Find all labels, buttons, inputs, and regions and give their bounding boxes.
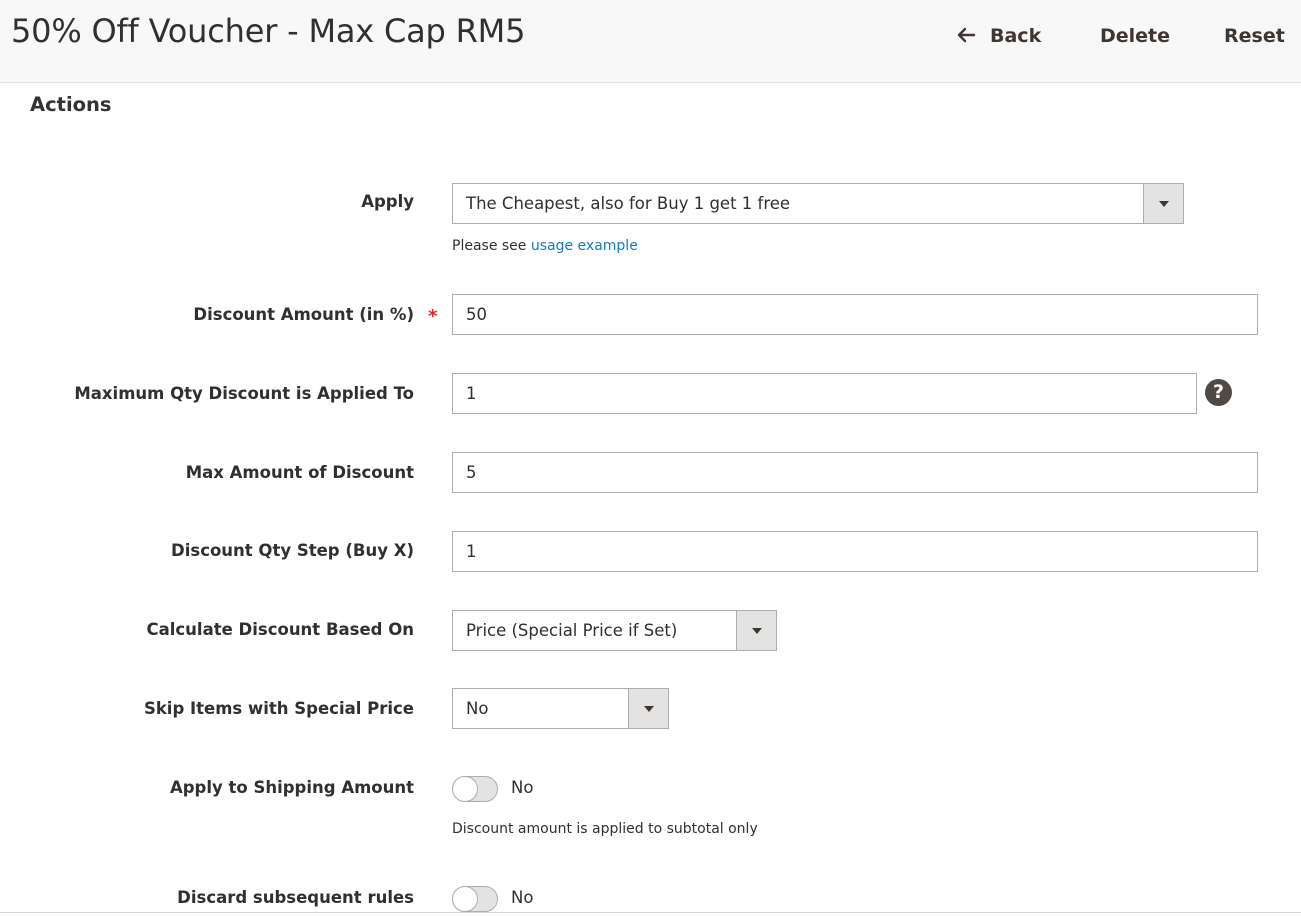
- qty-step-input[interactable]: 1: [452, 531, 1258, 572]
- calc-based-on-label: Calculate Discount Based On: [146, 620, 414, 639]
- apply-note: Please see usage example: [452, 238, 638, 254]
- usage-example-link[interactable]: usage example: [531, 238, 638, 254]
- delete-button[interactable]: Delete: [1100, 22, 1170, 50]
- qty-step-label: Discount Qty Step (Buy X): [171, 541, 414, 560]
- chevron-down-icon: [628, 689, 668, 728]
- apply-label: Apply: [361, 192, 414, 211]
- apply-select-value: The Cheapest, also for Buy 1 get 1 free: [466, 194, 791, 213]
- reset-button[interactable]: Reset: [1224, 22, 1285, 50]
- calc-based-on-select[interactable]: Price (Special Price if Set): [452, 610, 777, 651]
- apply-shipping-state: No: [511, 778, 534, 797]
- max-qty-label: Maximum Qty Discount is Applied To: [74, 384, 414, 403]
- discard-rules-state: No: [511, 888, 534, 907]
- toggle-knob: [452, 886, 478, 912]
- arrow-left-icon: [956, 23, 976, 43]
- discount-amount-label: Discount Amount (in %): [193, 305, 414, 324]
- apply-shipping-toggle[interactable]: [452, 776, 498, 802]
- skip-special-label: Skip Items with Special Price: [143, 699, 414, 718]
- max-amount-input[interactable]: 5: [452, 452, 1258, 493]
- chevron-down-icon: [736, 611, 776, 650]
- discard-rules-label: Discard subsequent rules: [177, 888, 414, 907]
- chevron-down-icon: [1143, 184, 1183, 223]
- apply-shipping-label: Apply to Shipping Amount: [169, 778, 414, 797]
- max-amount-label: Max Amount of Discount: [185, 463, 414, 482]
- max-qty-input[interactable]: 1: [452, 373, 1197, 414]
- apply-shipping-note: Discount amount is applied to subtotal o…: [452, 821, 758, 837]
- skip-special-select[interactable]: No: [452, 688, 669, 729]
- back-label: Back: [990, 25, 1042, 47]
- calc-based-on-value: Price (Special Price if Set): [466, 621, 678, 640]
- apply-note-text: Please see: [452, 238, 527, 254]
- discount-amount-input[interactable]: 50: [452, 294, 1258, 335]
- discard-rules-toggle[interactable]: [452, 886, 498, 912]
- toggle-knob: [452, 776, 478, 802]
- section-title-actions[interactable]: Actions: [30, 93, 112, 116]
- page-header: 50% Off Voucher - Max Cap RM5 Back Delet…: [0, 0, 1301, 83]
- help-icon[interactable]: ?: [1205, 379, 1232, 406]
- page-title: 50% Off Voucher - Max Cap RM5: [11, 12, 526, 50]
- divider: [0, 912, 1301, 913]
- back-button[interactable]: Back: [956, 22, 1041, 50]
- apply-select[interactable]: The Cheapest, also for Buy 1 get 1 free: [452, 183, 1184, 224]
- skip-special-value: No: [466, 699, 489, 718]
- required-mark: *: [428, 306, 438, 327]
